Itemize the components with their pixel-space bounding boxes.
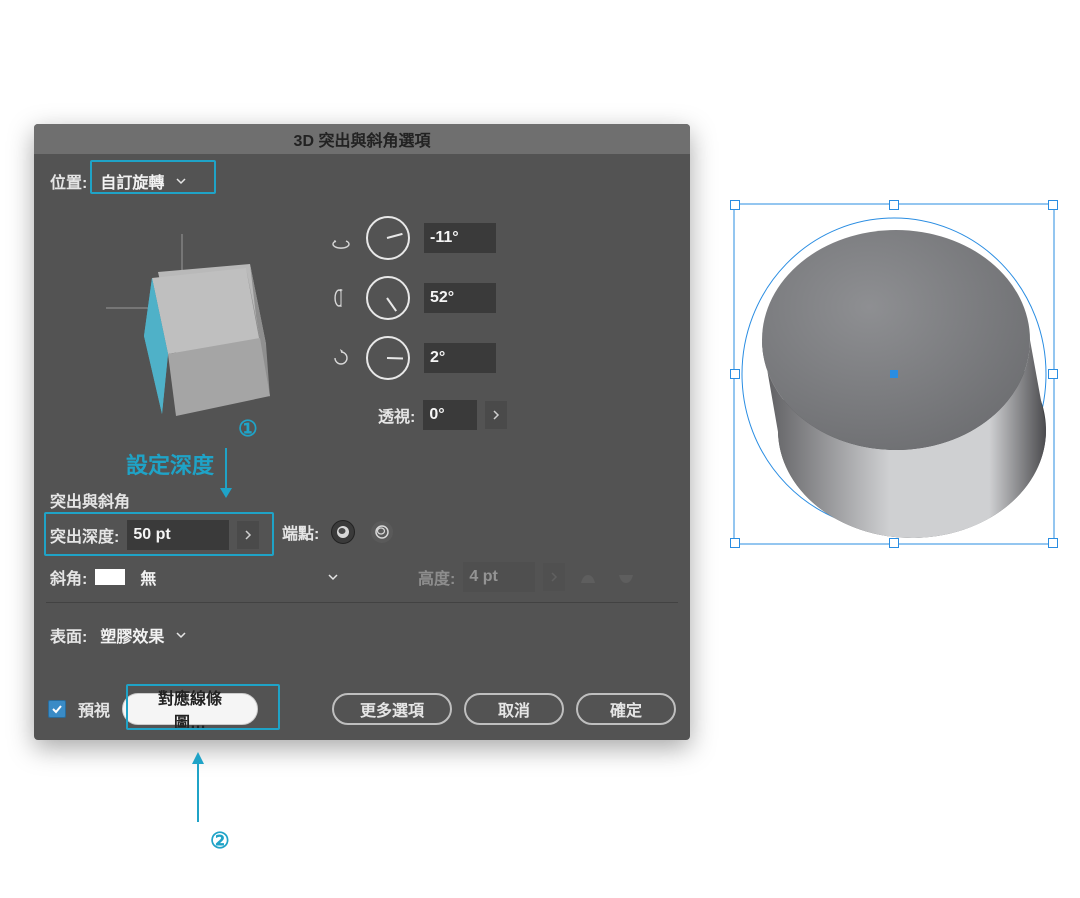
rot-z-row: 2°: [330, 336, 496, 380]
selection-handle-bl[interactable]: [730, 538, 740, 548]
surface-value: 塑膠效果: [100, 623, 164, 647]
rot-y-dial[interactable]: [366, 276, 410, 320]
surface-row: 表面: 塑膠效果: [50, 620, 193, 650]
perspective-field[interactable]: 0°: [423, 400, 477, 430]
selection-handle-br[interactable]: [1048, 538, 1058, 548]
rot-y-row: 52°: [330, 276, 496, 320]
chevron-down-icon: [326, 570, 340, 584]
selection-handle-tm[interactable]: [889, 200, 899, 210]
position-label: 位置:: [50, 169, 87, 193]
bevel-height-row: 高度: 4 pt: [418, 562, 641, 592]
bevel-value: 無: [140, 565, 156, 589]
cancel-button[interactable]: 取消: [464, 693, 564, 725]
bevel-row: 斜角: 無: [50, 562, 345, 592]
rotate-y-icon: [330, 287, 352, 309]
rot-x-row: -11°: [330, 216, 496, 260]
section-extrude-bevel-title: 突出與斜角: [50, 488, 130, 512]
bevel-label: 斜角:: [50, 565, 87, 589]
ok-label: 確定: [610, 697, 642, 721]
selection-handle-tl[interactable]: [730, 200, 740, 210]
selection-handle-tr[interactable]: [1048, 200, 1058, 210]
dialog-titlebar: 3D 突出與斜角選項: [34, 124, 690, 154]
rot-z-field[interactable]: 2°: [424, 343, 496, 373]
ok-button[interactable]: 確定: [576, 693, 676, 725]
bevel-preview-swatch: [95, 569, 125, 585]
dialog-3d-extrude-bevel-options: 3D 突出與斜角選項 位置: 自訂旋轉: [34, 124, 690, 740]
stage: 3D 突出與斜角選項 位置: 自訂旋轉: [0, 0, 1080, 898]
annotation-text-depth: 設定深度: [126, 448, 214, 480]
selection-handle-ml[interactable]: [730, 369, 740, 379]
dialog-body: 位置: 自訂旋轉: [34, 154, 690, 740]
rotation-preview[interactable]: [70, 208, 294, 432]
dialog-title: 3D 突出與斜角選項: [294, 127, 431, 151]
more-options-label: 更多選項: [360, 697, 424, 721]
bevel-height-label: 高度:: [418, 565, 455, 589]
preview-checkbox[interactable]: [48, 700, 66, 718]
selection-handle-mr[interactable]: [1048, 369, 1058, 379]
rotate-x-icon: [330, 227, 352, 249]
bevel-out-icon: [615, 566, 637, 588]
bevel-dropdown[interactable]: 無: [135, 562, 345, 592]
annotation-box-mapart: [126, 684, 280, 730]
surface-dropdown[interactable]: 塑膠效果: [95, 620, 193, 650]
bevel-in-icon: [577, 566, 599, 588]
canvas-object-selected[interactable]: [730, 200, 1058, 548]
annotation-num-2: ②: [210, 828, 230, 854]
cap-row: 端點:: [282, 520, 397, 544]
divider: [46, 602, 678, 603]
perspective-label: 透視:: [378, 403, 415, 427]
rot-x-field[interactable]: -11°: [424, 223, 496, 253]
surface-label: 表面:: [50, 623, 87, 647]
rot-x-dial[interactable]: [366, 216, 410, 260]
annotation-box-depth: [44, 512, 274, 556]
annotation-arrow-2: [190, 752, 206, 822]
rot-z-dial[interactable]: [366, 336, 410, 380]
annotation-arrow-1: [218, 448, 234, 498]
cancel-label: 取消: [498, 697, 530, 721]
bevel-height-field: 4 pt: [463, 562, 535, 592]
perspective-stepper[interactable]: [485, 401, 507, 429]
annotation-num-1: ①: [238, 416, 258, 442]
chevron-down-icon: [174, 628, 188, 642]
perspective-row: 透視: 0°: [378, 400, 507, 430]
rot-y-field[interactable]: 52°: [424, 283, 496, 313]
bevel-height-stepper: [543, 563, 565, 591]
cap-on-icon[interactable]: [331, 520, 355, 544]
cap-label: 端點:: [282, 520, 319, 544]
selection-handle-bm[interactable]: [889, 538, 899, 548]
rotate-z-icon: [330, 347, 352, 369]
annotation-box-position: [90, 160, 216, 194]
cap-off-icon[interactable]: [371, 521, 393, 543]
more-options-button[interactable]: 更多選項: [332, 693, 452, 725]
preview-label: 預視: [78, 697, 110, 721]
